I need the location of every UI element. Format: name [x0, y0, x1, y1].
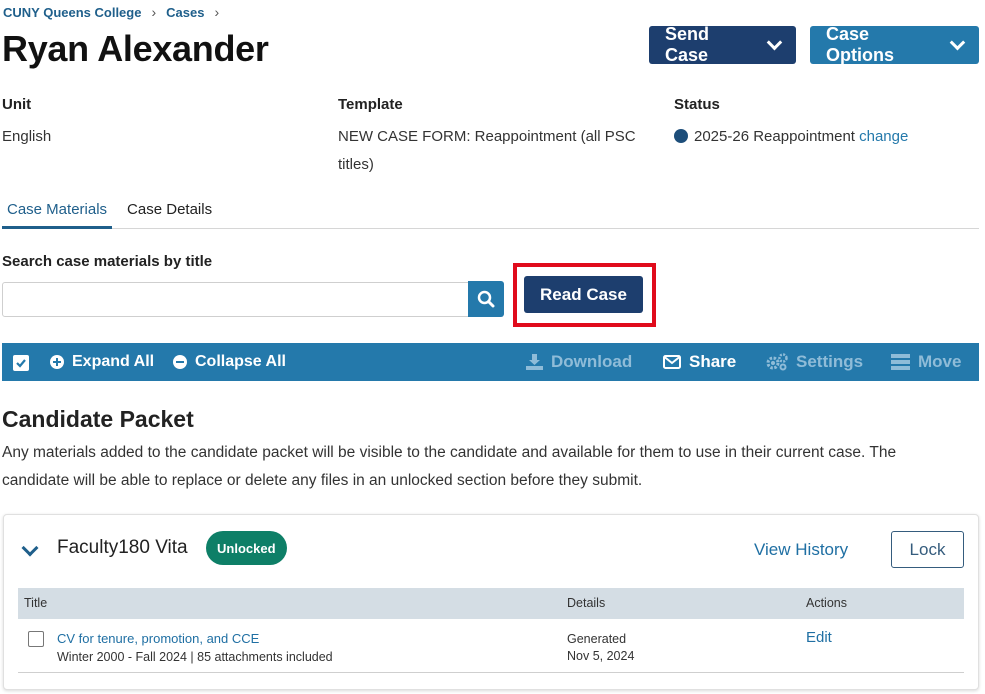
unit-value: English: [2, 128, 52, 145]
status-dot-icon: [674, 129, 688, 143]
row-checkbox[interactable]: [28, 631, 44, 647]
tab-case-materials[interactable]: Case Materials: [2, 196, 113, 229]
send-case-label: Send Case: [665, 24, 710, 65]
faculty180-vita-card: Faculty180 Vita Unlocked View History Lo…: [3, 514, 979, 690]
status-label: Status: [674, 96, 720, 113]
table-header: Title Details Actions: [18, 588, 964, 619]
read-case-button[interactable]: Read Case: [524, 276, 643, 313]
case-tabs: Case Materials Case Details: [2, 196, 979, 229]
move-label: Move: [918, 352, 962, 371]
column-header-actions: Actions: [806, 596, 847, 610]
page-title: Ryan Alexander: [2, 28, 269, 69]
status-value: 2025-26 Reappointment: [694, 128, 855, 145]
status-badge: Unlocked: [206, 531, 287, 565]
row-subtitle: Winter 2000 - Fall 2024 | 85 attachments…: [57, 650, 333, 664]
chevron-right-icon: ›: [214, 4, 220, 20]
search-input[interactable]: [2, 282, 469, 317]
collapse-all-label: Collapse All: [195, 353, 286, 370]
archive-move-icon: [891, 354, 910, 370]
unit-info: Unit English: [2, 96, 51, 151]
row-details-status: Generated: [567, 632, 627, 646]
download-button[interactable]: Download: [526, 343, 632, 381]
envelope-icon: [663, 355, 681, 369]
template-label: Template: [338, 96, 403, 113]
chevron-down-icon: [766, 34, 783, 50]
edit-link[interactable]: Edit: [806, 629, 832, 646]
gears-icon: [766, 353, 788, 371]
settings-label: Settings: [796, 352, 864, 371]
row-details-date: Nov 5, 2024: [567, 649, 635, 663]
table-row: CV for tenure, promotion, and CCE Winter…: [18, 619, 964, 673]
breadcrumb-link-college[interactable]: CUNY Queens College: [3, 5, 141, 20]
breadcrumb: CUNY Queens College › Cases ›: [3, 4, 223, 20]
column-header-details: Details: [567, 596, 606, 610]
chevron-down-icon[interactable]: [21, 539, 39, 557]
chevron-right-icon: ›: [151, 4, 157, 20]
tab-case-details[interactable]: Case Details: [122, 196, 217, 229]
search-button[interactable]: [468, 281, 504, 317]
row-title-link[interactable]: CV for tenure, promotion, and CCE: [57, 631, 259, 646]
collapse-all-button[interactable]: Collapse All: [173, 343, 286, 381]
search-icon: [477, 290, 495, 308]
row-details: Generated Nov 5, 2024: [567, 631, 634, 665]
select-all-checkbox[interactable]: [13, 355, 29, 371]
section-title: Candidate Packet: [2, 406, 194, 432]
status-info: Status 2025-26 Reappointment change: [674, 96, 908, 151]
checkmark-icon: [16, 359, 26, 368]
breadcrumb-link-cases[interactable]: Cases: [166, 5, 204, 20]
card-title: Faculty180 Vita: [57, 537, 188, 558]
unit-label: Unit: [2, 96, 32, 113]
move-button[interactable]: Move: [891, 343, 961, 381]
expand-all-label: Expand All: [72, 353, 155, 370]
section-description: Any materials added to the candidate pac…: [2, 444, 897, 489]
share-label: Share: [689, 352, 737, 371]
download-icon: [526, 354, 543, 370]
download-label: Download: [551, 352, 633, 371]
case-options-button[interactable]: Case Options: [810, 24, 979, 65]
case-options-label: Case Options: [826, 24, 894, 65]
plus-circle-icon: [50, 355, 64, 369]
materials-toolbar: Expand All Collapse All Download Share S…: [2, 343, 979, 381]
view-history-link[interactable]: View History: [754, 540, 848, 560]
lock-button[interactable]: Lock: [891, 531, 964, 568]
status-change-link[interactable]: change: [859, 128, 908, 145]
send-case-button[interactable]: Send Case: [649, 24, 796, 65]
settings-button[interactable]: Settings: [766, 343, 863, 381]
share-button[interactable]: Share: [663, 343, 736, 381]
search-label: Search case materials by title: [2, 253, 213, 270]
chevron-down-icon: [949, 34, 966, 50]
template-info: Template NEW CASE FORM: Reappointment (a…: [338, 96, 658, 179]
column-header-title: Title: [24, 596, 48, 610]
status-value-line: 2025-26 Reappointment change: [674, 123, 908, 151]
template-value: NEW CASE FORM: Reappointment (all PSC ti…: [338, 128, 636, 173]
minus-circle-icon: [173, 355, 187, 369]
expand-all-button[interactable]: Expand All: [50, 343, 154, 381]
